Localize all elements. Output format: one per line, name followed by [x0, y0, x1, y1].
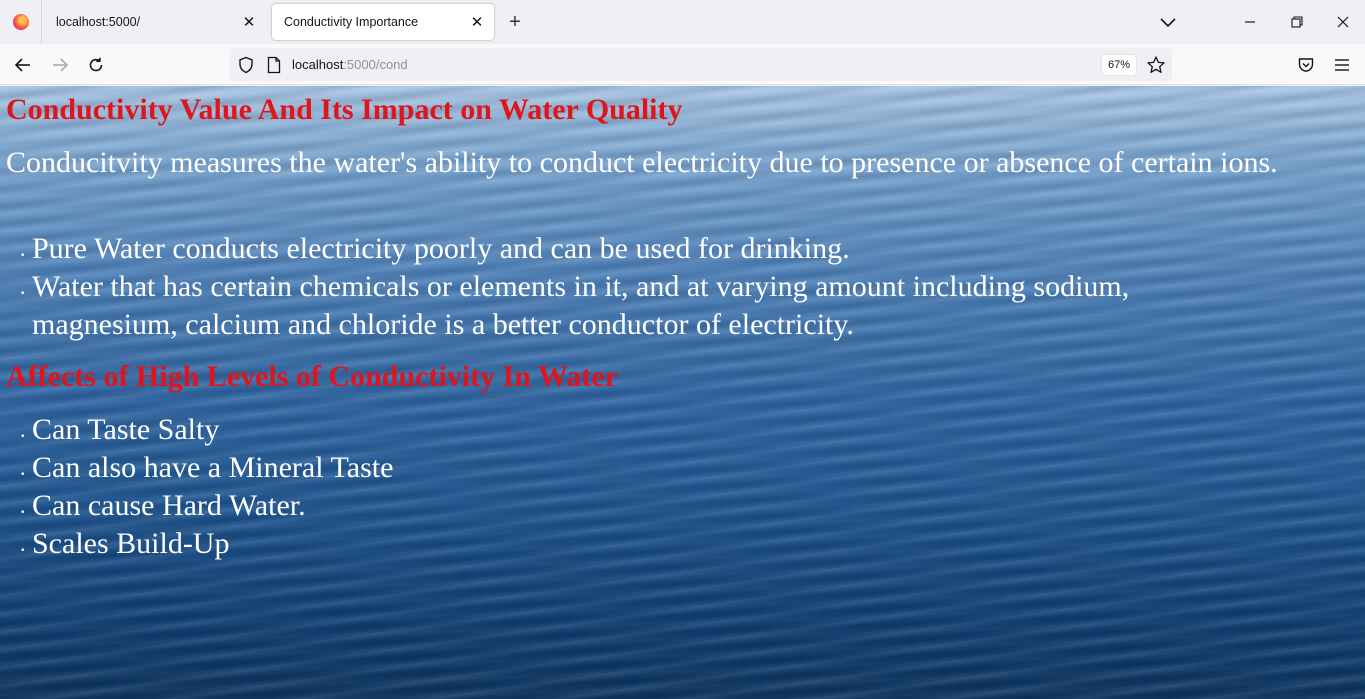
tab-conductivity-importance[interactable]: Conductivity Importance ✕	[272, 4, 494, 40]
list-item: . Can Taste Salty	[0, 411, 1230, 449]
conductivity-facts-list: . Pure Water conducts electricity poorly …	[0, 230, 1230, 344]
zoom-level-badge[interactable]: 67%	[1102, 55, 1136, 75]
list-item: . Water that has certain chemicals or ele…	[0, 268, 1230, 344]
restore-window-icon[interactable]	[1285, 10, 1309, 34]
back-arrow-icon[interactable]	[10, 52, 36, 78]
section-heading: Affects of High Levels of Conductivity I…	[6, 360, 618, 393]
url-path: :5000/cond	[343, 57, 408, 72]
tab-localhost[interactable]: localhost:5000/ ✕	[44, 4, 266, 40]
tab-title: localhost:5000/	[56, 15, 141, 29]
minimize-icon[interactable]	[1238, 10, 1262, 34]
shield-icon[interactable]	[237, 56, 255, 74]
new-tab-plus-icon[interactable]: +	[504, 10, 526, 34]
list-all-tabs-chevron-down-icon[interactable]	[1158, 12, 1178, 32]
page-title: Conductivity Value And Its Impact on Wat…	[6, 93, 683, 126]
list-item: . Scales Build-Up	[0, 525, 1230, 563]
effects-list: . Can Taste Salty . Can also have a Minera…	[0, 411, 1230, 563]
forward-arrow-icon[interactable]	[47, 52, 73, 78]
list-item-text: Can also have a Mineral Taste	[32, 451, 394, 484]
bullet-icon: .	[20, 417, 26, 442]
tab-strip: localhost:5000/ ✕ Conductivity Importanc…	[0, 0, 1365, 44]
page-content-water-background: Conductivity Value And Its Impact on Wat…	[0, 86, 1365, 699]
bullet-icon: .	[20, 274, 26, 299]
list-item-text: Scales Build-Up	[32, 527, 230, 560]
app-menu-hamburger-icon[interactable]	[1329, 52, 1355, 78]
bookmark-star-icon[interactable]	[1146, 55, 1166, 75]
list-item-text: Can cause Hard Water.	[32, 489, 306, 522]
firefox-logo-icon[interactable]	[0, 0, 42, 44]
bullet-icon: .	[20, 531, 26, 556]
list-item: . Can cause Hard Water.	[0, 487, 1230, 525]
list-item: . Pure Water conducts electricity poorly …	[0, 230, 1230, 268]
page-document-icon[interactable]	[266, 56, 282, 74]
navigation-toolbar: localhost:5000/cond 67%	[0, 44, 1365, 85]
pocket-save-icon[interactable]	[1293, 52, 1319, 78]
close-tab-icon[interactable]: ✕	[240, 13, 258, 31]
reload-icon[interactable]	[83, 52, 109, 78]
url-text[interactable]: localhost:5000/cond	[292, 57, 408, 72]
close-window-icon[interactable]	[1331, 10, 1355, 34]
address-bar[interactable]: localhost:5000/cond 67%	[230, 48, 1172, 81]
list-item: . Can also have a Mineral Taste	[0, 449, 1230, 487]
intro-paragraph: Conducitvity measures the water's abilit…	[6, 146, 1278, 179]
list-item-text: Can Taste Salty	[32, 413, 220, 446]
close-tab-icon[interactable]: ✕	[468, 13, 486, 31]
list-item-text: Water that has certain chemicals or elem…	[32, 270, 1130, 341]
bullet-icon: .	[20, 455, 26, 480]
bullet-icon: .	[20, 493, 26, 518]
bullet-icon: .	[20, 236, 26, 261]
tab-title: Conductivity Importance	[284, 15, 419, 29]
list-item-text: Pure Water conducts electricity poorly a…	[32, 232, 850, 265]
url-host: localhost	[292, 57, 344, 72]
